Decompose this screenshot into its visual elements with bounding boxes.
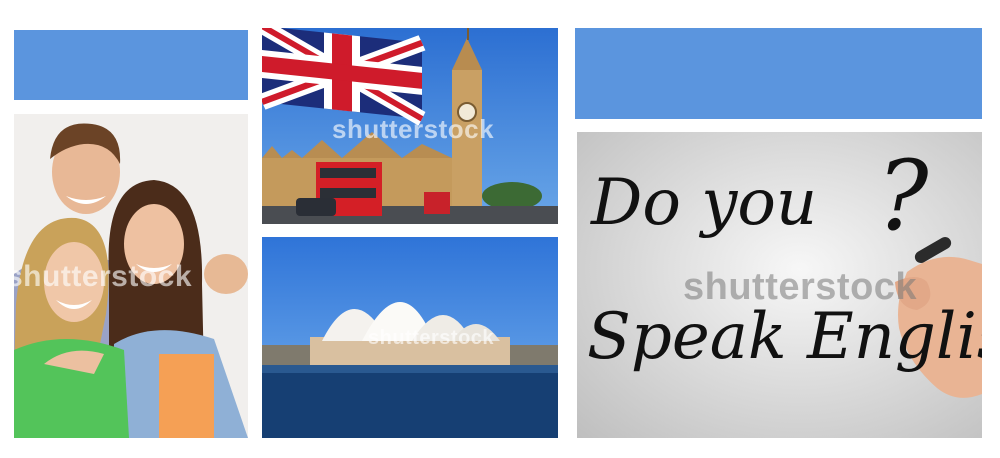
board-question-mark: ? xyxy=(877,140,929,252)
students-watermark: shutterstock xyxy=(14,260,193,293)
top-left-blue-bar xyxy=(14,30,248,100)
sydney-watermark: shutterstock xyxy=(368,327,495,349)
board-watermark: shutterstock xyxy=(683,266,918,308)
top-right-blue-bar xyxy=(575,28,982,119)
board-text-line1: Do you xyxy=(591,166,818,240)
board-text-line2: Speak English xyxy=(587,300,982,374)
london-watermark: shutterstock xyxy=(332,114,495,144)
students-photo: shutterstock xyxy=(14,114,248,438)
sydney-photo: shutterstock xyxy=(262,237,558,438)
speak-english-photo: Do you ? Speak English shutterstock xyxy=(577,132,982,438)
london-photo: shutterstock xyxy=(262,28,558,224)
